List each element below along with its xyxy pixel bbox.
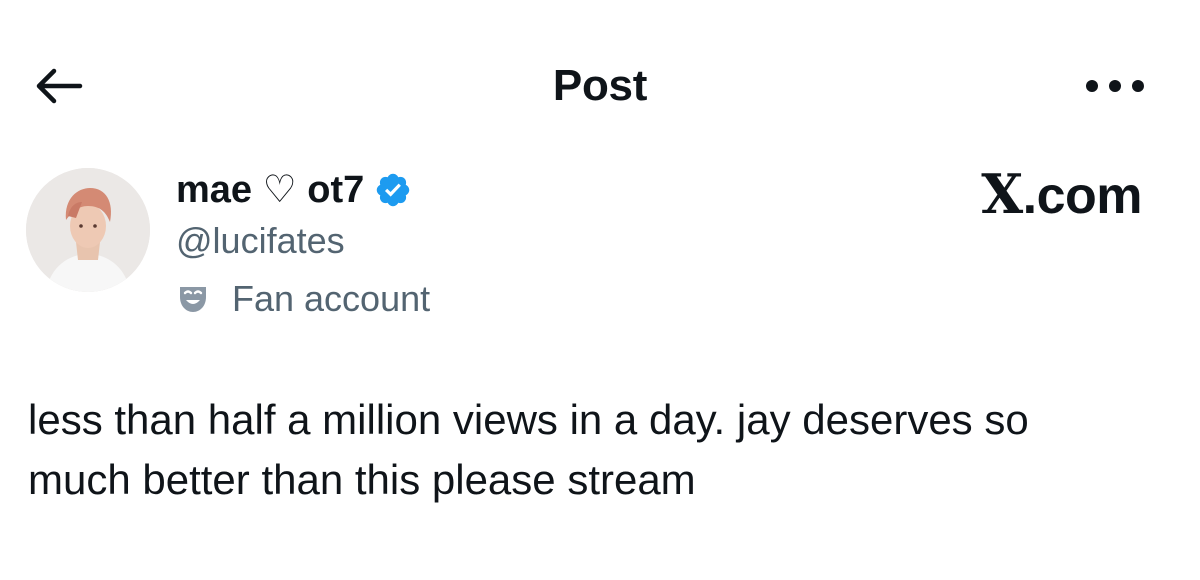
top-navigation-bar: Post (0, 0, 1200, 170)
account-label: Fan account (176, 270, 430, 328)
profile-photo (26, 168, 150, 292)
x-com-watermark: X.com (981, 164, 1142, 226)
verified-badge-icon[interactable] (374, 171, 412, 209)
watermark-domain-suffix: .com (1022, 167, 1143, 225)
post-author: mae ♡ ot7 @lucifates Fan account (176, 162, 430, 328)
avatar[interactable] (26, 168, 150, 292)
theater-masks-icon (180, 287, 206, 312)
display-name-row: mae ♡ ot7 (176, 162, 430, 218)
more-options-button[interactable] (1080, 62, 1150, 110)
x-logo-text: X (981, 162, 1023, 226)
post-text: less than half a million views in a day.… (28, 396, 1029, 503)
user-handle[interactable]: @lucifates (176, 214, 430, 268)
account-label-text: Fan account (232, 278, 431, 319)
display-name[interactable]: mae ♡ ot7 (176, 162, 364, 218)
page-title: Post (552, 61, 648, 110)
more-horizontal-icon (1086, 80, 1144, 92)
